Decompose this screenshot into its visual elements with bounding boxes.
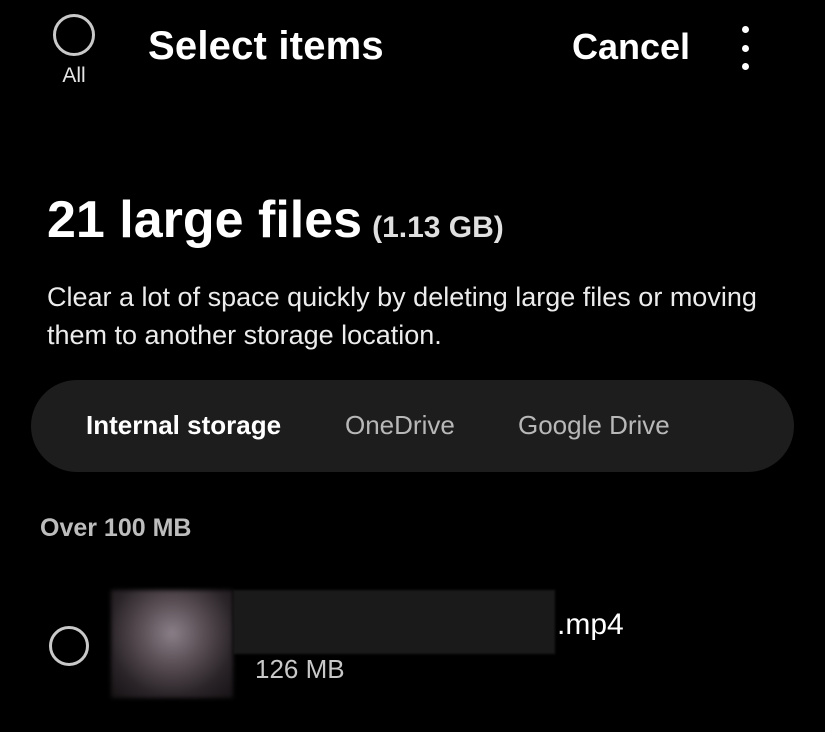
file-name-extension: .mp4 bbox=[557, 608, 624, 641]
file-count: 21 large files bbox=[47, 191, 363, 249]
summary-description: Clear a lot of space quickly by deleting… bbox=[47, 282, 757, 350]
summary-headline: 21 large files (1.13 GB) bbox=[47, 190, 504, 250]
select-all-label: All bbox=[62, 64, 86, 87]
tab-internal-storage[interactable]: Internal storage bbox=[86, 410, 281, 441]
tab-onedrive[interactable]: OneDrive bbox=[345, 410, 455, 441]
page-title: Select items bbox=[148, 24, 384, 68]
section-header: Over 100 MB bbox=[40, 514, 192, 542]
total-size: (1.13 GB) bbox=[372, 211, 504, 244]
tab-google-drive[interactable]: Google Drive bbox=[518, 410, 670, 441]
cancel-button[interactable]: Cancel bbox=[572, 26, 690, 68]
select-all-checkbox[interactable] bbox=[53, 14, 95, 56]
file-size: 126 MB bbox=[255, 654, 345, 684]
top-bar: All Select items Cancel bbox=[0, 0, 825, 100]
more-dot-1 bbox=[741, 26, 749, 33]
more-options-icon[interactable] bbox=[734, 26, 756, 70]
file-select-checkbox[interactable] bbox=[49, 626, 89, 666]
more-dot-3 bbox=[741, 63, 749, 70]
storage-location-tabs: Internal storage OneDrive Google Drive bbox=[31, 380, 794, 472]
select-all-toggle[interactable]: All bbox=[48, 14, 100, 88]
file-name-redacted bbox=[233, 590, 555, 654]
list-item[interactable]: .mp4 126 MB bbox=[0, 588, 825, 698]
file-thumbnail bbox=[111, 590, 233, 698]
more-dot-2 bbox=[741, 44, 749, 52]
